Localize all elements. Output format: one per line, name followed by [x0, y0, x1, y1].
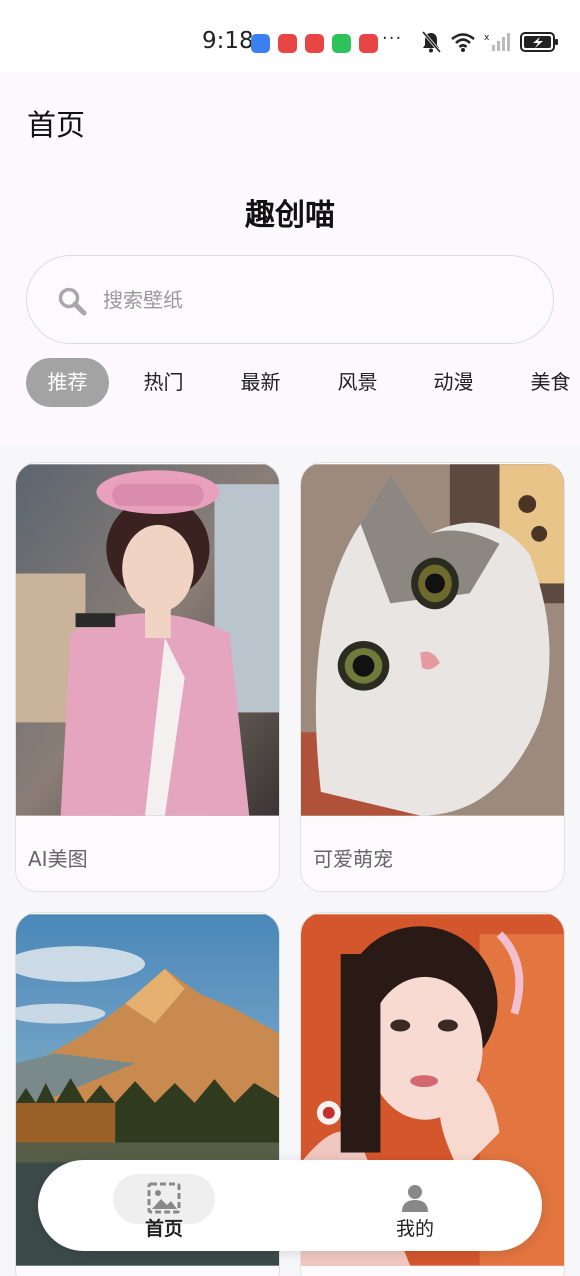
- person-icon: [402, 1185, 428, 1212]
- cat-photo: [301, 464, 564, 816]
- svg-text:x: x: [484, 33, 490, 43]
- category-tabs: 推荐 热门 最新 风景 动漫 美食: [26, 358, 580, 407]
- battery-charging-icon: [520, 32, 558, 52]
- mute-bell-icon: [421, 31, 442, 53]
- tab-anime[interactable]: 动漫: [412, 358, 495, 407]
- app-notification-icon: [305, 34, 324, 53]
- status-bar: 9:18 ··· x: [0, 0, 580, 72]
- card-label: AI美图: [28, 847, 88, 871]
- nav-home-label: 首页: [144, 1218, 183, 1240]
- tab-hot[interactable]: 热门: [122, 358, 205, 407]
- nav-profile[interactable]: 我的: [345, 1160, 485, 1251]
- search-icon: [58, 287, 87, 316]
- card-label: 可爱萌宠: [313, 847, 393, 871]
- wallpaper-card-ai[interactable]: AI美图: [15, 462, 280, 892]
- status-time: 9:18: [202, 28, 254, 54]
- status-more-icon: ···: [382, 28, 403, 49]
- nav-home[interactable]: 首页: [94, 1160, 234, 1251]
- tab-scenery[interactable]: 风景: [316, 358, 399, 407]
- app-title: 趣创喵: [245, 198, 335, 233]
- app-notification-icon: [359, 34, 378, 53]
- girl-pink-uniform-photo: [16, 464, 279, 816]
- tab-food[interactable]: 美食: [509, 358, 580, 407]
- wifi-icon: [451, 33, 475, 52]
- header: 首页 趣创喵 推荐 热门 最新 风景 动漫 美食: [0, 72, 580, 446]
- nav-profile-label: 我的: [395, 1218, 434, 1240]
- wallpaper-card-pets[interactable]: 可爱萌宠: [300, 462, 565, 892]
- status-app-icons: [251, 34, 378, 53]
- search-bar[interactable]: [26, 255, 554, 344]
- search-input[interactable]: [103, 276, 523, 324]
- signal-icon: x: [484, 33, 510, 51]
- status-indicators: x: [420, 30, 560, 54]
- tab-latest[interactable]: 最新: [219, 358, 302, 407]
- app-notification-icon: [251, 34, 270, 53]
- wechat-icon: [332, 34, 351, 53]
- app-notification-icon: [278, 34, 297, 53]
- bottom-navigation: 首页 我的: [38, 1160, 542, 1251]
- page-title: 首页: [27, 108, 86, 142]
- image-icon: [147, 1182, 181, 1214]
- tab-recommend[interactable]: 推荐: [26, 358, 109, 407]
